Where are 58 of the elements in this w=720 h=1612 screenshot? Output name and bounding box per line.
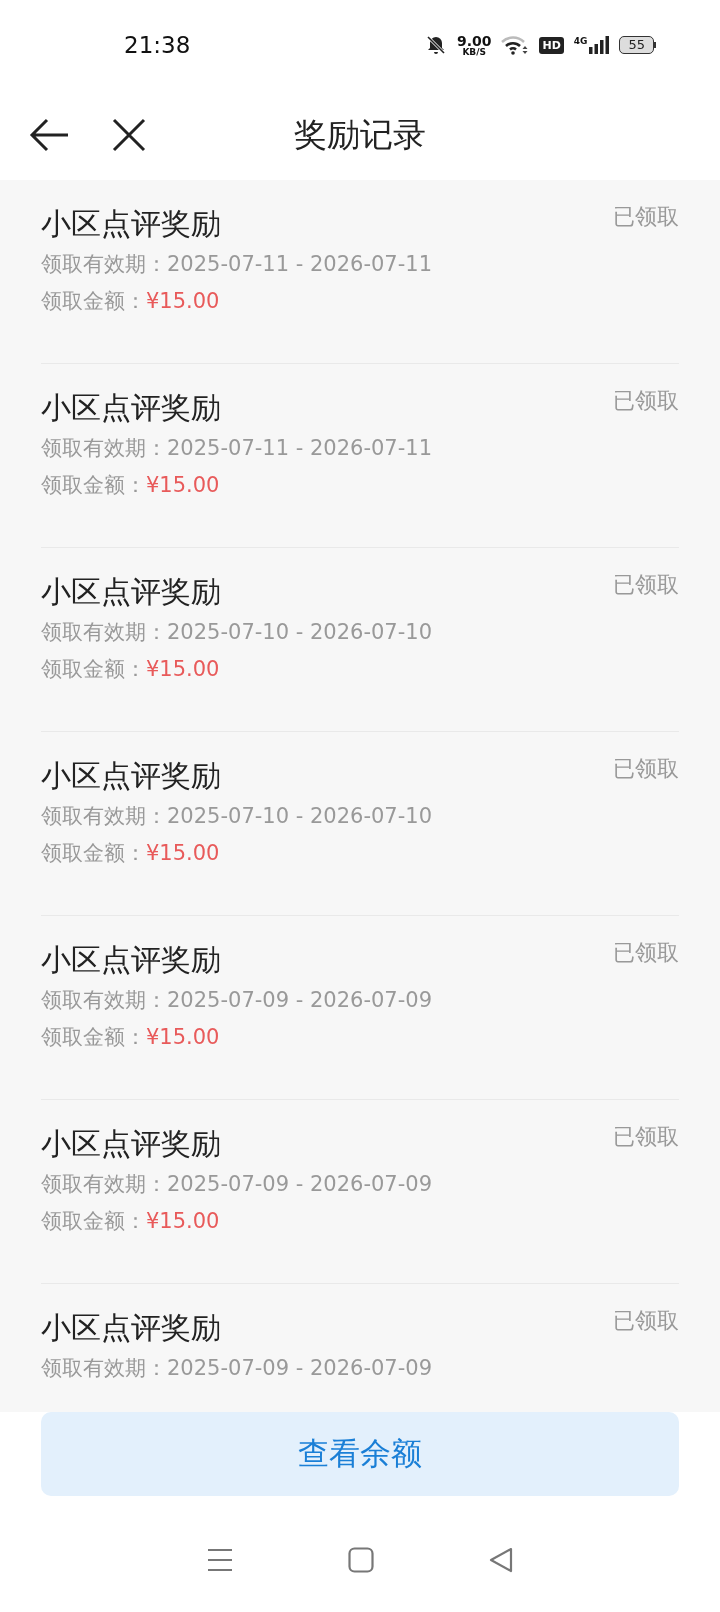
home-icon[interactable] [348,1547,374,1573]
back-icon[interactable] [488,1547,513,1573]
back-arrow-icon [28,117,70,153]
record-title: 小区点评奖励 [41,205,221,243]
wifi-icon [501,35,530,55]
record-title: 小区点评奖励 [41,757,221,795]
validity-label: 领取有效期： [41,1172,167,1196]
battery-level: 55 [619,36,654,54]
amount-value: ¥15.00 [146,1209,220,1233]
amount-label: 领取金额： [41,1025,146,1049]
validity-label: 领取有效期： [41,1356,167,1380]
record-status: 已领取 [613,571,679,599]
amount-value: ¥15.00 [146,1025,220,1049]
record-status: 已领取 [613,755,679,783]
page-title: 奖励记录 [294,114,426,154]
amount-label: 领取金额： [41,473,146,497]
amount-label: 领取金额： [41,289,146,313]
network-type: 4G [573,36,588,46]
amount-value: ¥15.00 [146,657,220,681]
amount-value: ¥15.00 [146,289,220,313]
validity-dates: 2025-07-09 - 2026-07-09 [167,1172,432,1196]
network-speed-unit: KB/S [462,47,486,57]
status-time: 21:38 [124,32,192,58]
validity-label: 领取有效期： [41,620,167,644]
amount-label: 领取金额： [41,841,146,865]
validity-dates: 2025-07-09 - 2026-07-09 [167,1356,432,1380]
record-title: 小区点评奖励 [41,573,221,611]
validity-label: 领取有效期： [41,436,167,460]
menu-icon[interactable] [207,1548,234,1572]
validity-label: 领取有效期： [41,804,167,828]
record-title: 小区点评奖励 [41,1309,221,1347]
record-status: 已领取 [613,939,679,967]
amount-label: 领取金额： [41,1209,146,1233]
validity-dates: 2025-07-11 - 2026-07-11 [167,252,432,276]
validity-dates: 2025-07-10 - 2026-07-10 [167,804,432,828]
record-status: 已领取 [613,1123,679,1151]
record-status: 已领取 [613,1307,679,1335]
record-status: 已领取 [613,387,679,415]
amount-label: 领取金额： [41,657,146,681]
view-balance-button[interactable]: 查看余额 [41,1412,679,1496]
record-title: 小区点评奖励 [41,1125,221,1163]
network-speed: 9.00 [456,33,492,48]
signal-icon [589,36,610,54]
record-title: 小区点评奖励 [41,941,221,979]
validity-dates: 2025-07-11 - 2026-07-11 [167,436,432,460]
muted-bell-icon [424,34,447,56]
amount-value: ¥15.00 [146,841,220,865]
validity-dates: 2025-07-09 - 2026-07-09 [167,988,432,1012]
close-button[interactable] [112,118,146,152]
validity-label: 领取有效期： [41,252,167,276]
validity-dates: 2025-07-10 - 2026-07-10 [167,620,432,644]
close-icon [112,118,146,152]
validity-label: 领取有效期： [41,988,167,1012]
record-status: 已领取 [613,203,679,231]
record-title: 小区点评奖励 [41,389,221,427]
back-button[interactable] [28,117,70,153]
amount-value: ¥15.00 [146,473,220,497]
hd-badge: HD [539,36,564,54]
